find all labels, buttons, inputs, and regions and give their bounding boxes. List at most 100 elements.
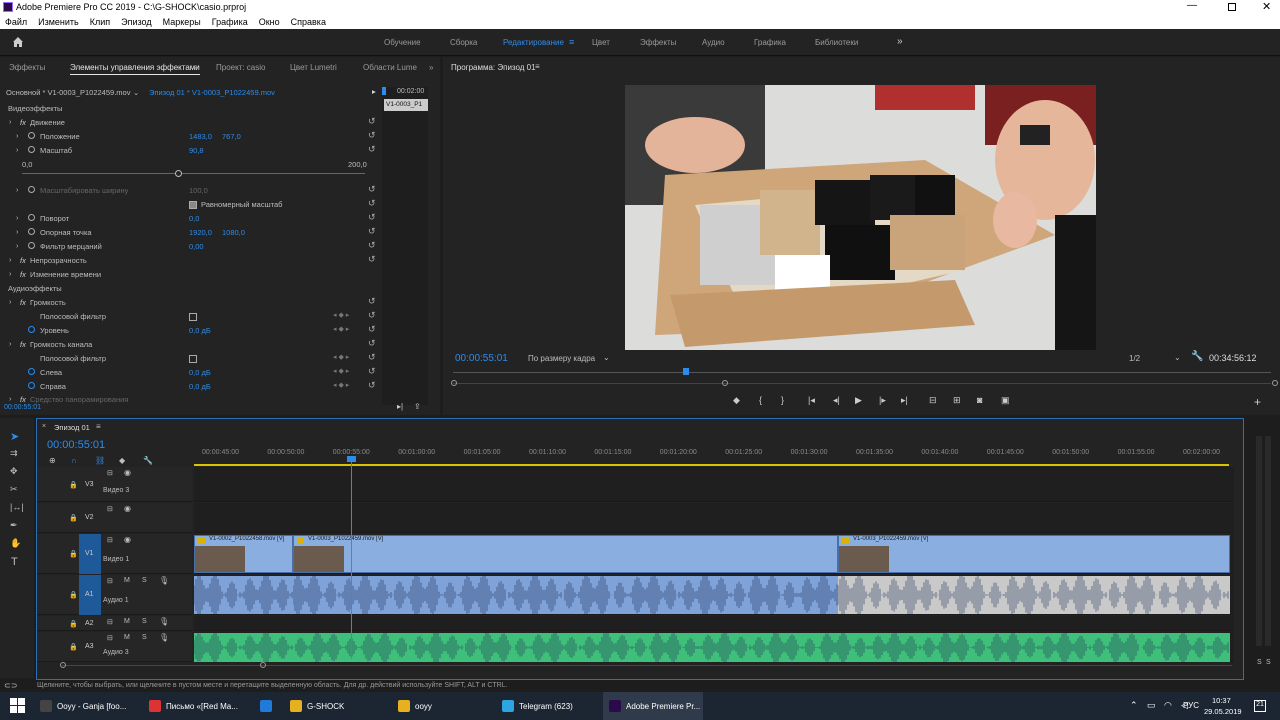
menu-item-7[interactable]: Справка — [291, 17, 326, 27]
position-y[interactable]: 767,0 — [222, 132, 241, 141]
resolution-dropdown[interactable]: 1/2 — [1129, 354, 1140, 363]
dropdown-arrow-icon[interactable]: ⌄ — [133, 88, 139, 97]
reset-icon[interactable]: ↺ — [368, 310, 376, 321]
taskbar-app-2[interactable] — [254, 692, 282, 720]
step-forward-icon[interactable]: |▸ — [879, 395, 886, 406]
workspace-menu-icon[interactable]: ≡ — [569, 37, 574, 47]
track-header-a3[interactable]: 🔒 A3 ⊟ M S 🎙 Аудио 3 — [37, 632, 192, 662]
audio-clip-3[interactable] — [838, 576, 1230, 614]
program-scrubber[interactable] — [453, 372, 1271, 373]
menu-item-6[interactable]: Окно — [259, 17, 280, 27]
stopwatch-icon[interactable] — [28, 242, 35, 249]
track-header-v3[interactable]: 🔒 V3 ⊟ ◉ Видео 3 — [37, 467, 192, 502]
audio-clip-2[interactable] — [293, 576, 838, 614]
reset-icon[interactable]: ↺ — [368, 254, 376, 265]
timeline-playhead[interactable] — [351, 457, 352, 659]
menu-item-5[interactable]: Графика — [212, 17, 248, 27]
track-lane-a2[interactable] — [194, 616, 1234, 631]
expand-icon[interactable]: › — [16, 213, 19, 222]
tab-project[interactable]: Проект: casio — [216, 63, 265, 72]
scale-width-label-row[interactable]: › Масштабировать ширину 100,0 ↺ — [0, 184, 380, 199]
program-playhead[interactable] — [683, 368, 689, 375]
rotation-label-row[interactable]: › Поворот 0,0 ↺ — [0, 212, 380, 227]
scroll-handle-left[interactable] — [60, 662, 66, 668]
timeline-settings-icon[interactable]: 🔧 — [143, 456, 153, 465]
expand-icon[interactable]: › — [9, 339, 12, 348]
slider-track[interactable] — [22, 173, 365, 174]
track-header-a2[interactable]: 🔒 A2 ⊟ M S 🎙 — [37, 616, 192, 631]
right-value[interactable]: 0,0 дБ — [189, 382, 211, 391]
sync-lock-icon[interactable]: ⊟ — [107, 536, 113, 544]
uniform-scale-label-row[interactable]: Равномерный масштаб ↺ — [0, 198, 380, 213]
sync-lock-icon[interactable]: ⊟ — [107, 469, 113, 477]
filter-icon[interactable]: ▸| — [397, 402, 403, 411]
eye-icon[interactable]: ◉ — [124, 504, 131, 513]
more-workspaces-icon[interactable]: » — [897, 36, 903, 47]
track-header-v1[interactable]: 🔒 V1 ⊟ ◉ Видео 1 — [37, 534, 192, 574]
mark-in-icon[interactable]: { — [759, 395, 762, 405]
ripple-edit-icon[interactable]: ✥ — [10, 466, 18, 477]
position-x[interactable]: 1483,0 — [189, 132, 212, 141]
lock-icon[interactable]: 🔒 — [69, 514, 78, 522]
right-channel-label-row[interactable]: Справа 0,0 дБ ◂ ◆ ▸ ↺ — [0, 380, 380, 395]
add-button-icon[interactable]: + — [1254, 395, 1261, 409]
sync-lock-icon[interactable]: ⊟ — [107, 577, 113, 585]
mute-button[interactable]: M — [124, 618, 130, 625]
stopwatch-icon[interactable] — [28, 326, 35, 333]
solo-left-icon[interactable]: S — [1257, 659, 1262, 666]
track-header-v2[interactable]: 🔒 V2 ⊟ ◉ — [37, 503, 192, 533]
bypass2-label-row[interactable]: Полосовой фильтр ◂ ◆ ▸ ↺ — [0, 352, 380, 367]
wifi-icon[interactable]: ◠ — [1164, 700, 1172, 711]
checkbox[interactable] — [189, 355, 197, 363]
program-menu-icon[interactable]: ≡ — [535, 62, 540, 71]
position-label-row[interactable]: › Положение 1483,0 767,0 ↺ — [0, 130, 380, 145]
mic-icon[interactable]: 🎙 — [159, 633, 169, 642]
music-clip[interactable] — [194, 633, 1230, 662]
lock-icon[interactable]: 🔒 — [69, 550, 78, 558]
linked-selection-icon[interactable]: ⛓ — [95, 456, 105, 465]
clock-date[interactable]: 29.05.2019 — [1204, 707, 1242, 716]
scroll-handle-right[interactable] — [260, 662, 266, 668]
windows-start-icon[interactable] — [10, 698, 26, 714]
effect-controls-timecode[interactable]: 00:00:55:01 — [4, 404, 41, 411]
keyframe-nav-icon[interactable]: ◂ ◆ ▸ — [333, 381, 349, 389]
timeline-tab[interactable]: Эпизод 01 — [54, 423, 90, 432]
taskbar-app-4[interactable]: ooyy — [392, 692, 492, 720]
track-target-a1[interactable]: A1 — [79, 575, 101, 615]
sync-lock-icon[interactable]: ⊟ — [107, 618, 113, 626]
track-target-v1[interactable]: V1 — [79, 534, 101, 574]
expand-icon[interactable]: › — [9, 394, 12, 403]
camera-icon[interactable]: ◙ — [977, 395, 982, 405]
expand-icon[interactable]: › — [16, 185, 19, 194]
sync-lock-icon[interactable]: ⊟ — [107, 634, 113, 642]
mic-icon[interactable]: 🎙 — [159, 617, 169, 626]
reset-icon[interactable]: ↺ — [368, 380, 376, 391]
stopwatch-icon[interactable] — [28, 228, 35, 235]
track-lane-v2[interactable] — [194, 503, 1234, 533]
stopwatch-icon[interactable] — [28, 186, 35, 193]
reset-icon[interactable]: ↺ — [368, 296, 376, 307]
scale-label-row[interactable]: › Масштаб 90,8 ↺ — [0, 144, 380, 159]
program-timecode[interactable]: 00:00:55:01 — [455, 353, 508, 364]
left-value[interactable]: 0,0 дБ — [189, 368, 211, 377]
expand-icon[interactable]: › — [9, 117, 12, 126]
zoom-handle-right[interactable] — [722, 380, 728, 386]
lock-icon[interactable]: 🔒 — [69, 481, 78, 489]
pen-tool-icon[interactable]: ✒ — [10, 520, 18, 531]
taskbar-app-5[interactable]: Telegram (623) — [496, 692, 600, 720]
solo-right-icon[interactable]: S — [1266, 659, 1271, 666]
lock-icon[interactable]: 🔒 — [69, 591, 78, 599]
network-icon[interactable]: ▭ — [1147, 700, 1156, 711]
add-marker-icon[interactable]: ◆ — [119, 456, 125, 465]
effect-channel-volume-row[interactable]: fx › Громкость канала ↺ — [0, 338, 380, 353]
mute-button[interactable]: M — [124, 577, 130, 584]
effect-time-remap-row[interactable]: fx › Изменение времени — [0, 269, 380, 283]
menu-item-0[interactable]: Файл — [5, 17, 27, 27]
expand-icon[interactable]: › — [16, 145, 19, 154]
expand-icon[interactable]: › — [9, 269, 12, 278]
checkbox[interactable] — [189, 313, 197, 321]
export-icon[interactable]: ⇪ — [414, 402, 421, 411]
stopwatch-icon[interactable] — [28, 214, 35, 221]
effect-mini-timeline[interactable]: 00:02:00 V1-0003_P1 — [382, 87, 428, 405]
anchor-x[interactable]: 1920,0 — [189, 228, 212, 237]
